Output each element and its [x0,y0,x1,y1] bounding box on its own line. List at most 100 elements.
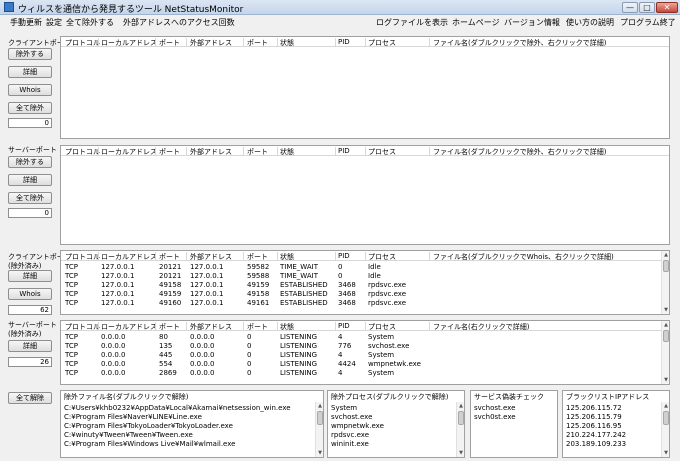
col-pid[interactable]: PID [338,322,350,330]
col-filename[interactable]: ファイル名(右クリックで詳細) [433,322,529,332]
scroll-up-icon[interactable]: ▲ [458,403,464,409]
table-row[interactable]: TCP 127.0.0.1 20121 127.0.0.1 59588 TIME… [61,272,669,281]
scroll-down-icon[interactable]: ▼ [458,450,464,456]
menu-help[interactable]: 使い方の説明 [566,17,614,28]
col-remote-address[interactable]: 外部アドレス [190,147,232,157]
col-protocol[interactable]: プロトコル [65,147,100,157]
col-local-address[interactable]: ローカルアドレス [101,38,157,48]
list-item[interactable]: svchost.exe [474,404,515,413]
blacklist-scrollbar[interactable]: ▲ ▼ [661,402,669,457]
col-local-address[interactable]: ローカルアドレス [101,322,157,332]
server-excluded-detail-button[interactable]: 詳細 [8,340,52,352]
client-detail-button[interactable]: 詳細 [8,66,52,78]
excluded-files-scrollbar[interactable]: ▲ ▼ [315,402,323,457]
list-item[interactable]: svch0st.exe [474,413,516,422]
col-filename[interactable]: ファイル名(ダブルクリックで除外、右クリックで詳細) [433,38,606,48]
excluded-files-list[interactable]: 除外ファイル名(ダブルクリックで解除) C:¥Users¥khb0232¥App… [60,390,324,458]
list-item[interactable]: 125.206.115.79 [566,413,622,422]
service-check-list[interactable]: サービス偽装チェック svchost.exe svch0st.exe [470,390,558,458]
col-port2[interactable]: ポート [247,322,268,332]
scroll-up-icon[interactable]: ▲ [663,252,669,258]
scroll-down-icon[interactable]: ▼ [663,450,669,456]
col-state[interactable]: 状態 [280,147,294,157]
maximize-button[interactable]: □ [639,2,655,13]
col-process[interactable]: プロセス [368,147,396,157]
client-excluded-detail-button[interactable]: 詳細 [8,270,52,282]
client-excluded-table[interactable]: プロトコル ローカルアドレス ポート 外部アドレス ポート 状態 PID プロセ… [60,250,670,315]
list-item[interactable]: 203.189.109.233 [566,440,626,449]
table-row[interactable]: TCP 127.0.0.1 49159 127.0.0.1 49158 ESTA… [61,290,669,299]
col-pid[interactable]: PID [338,252,350,260]
scroll-thumb[interactable] [663,411,669,425]
col-filename[interactable]: ファイル名(ダブルクリックでWhois、右クリックで詳細) [433,252,614,262]
menu-exclude-all[interactable]: 全て除外する [66,17,114,28]
table-row[interactable]: TCP 127.0.0.1 49158 127.0.0.1 49159 ESTA… [61,281,669,290]
server-excluded-table[interactable]: プロトコル ローカルアドレス ポート 外部アドレス ポート 状態 PID プロセ… [60,320,670,385]
list-item[interactable]: C:¥winuty¥Tween¥Tween¥Tween.exe [64,431,193,440]
server-detail-button[interactable]: 詳細 [8,174,52,186]
table-row[interactable]: TCP 0.0.0.0 80 0.0.0.0 0 LISTENING 4 Sys… [61,333,669,342]
col-local-address[interactable]: ローカルアドレス [101,252,157,262]
col-port2[interactable]: ポート [247,147,268,157]
menu-access-count[interactable]: 外部アドレスへのアクセス回数 [123,17,235,28]
col-filename[interactable]: ファイル名(ダブルクリックで除外、右クリックで詳細) [433,147,606,157]
client-whois-button[interactable]: Whois [8,84,52,96]
scroll-down-icon[interactable]: ▼ [663,377,669,383]
col-local-address[interactable]: ローカルアドレス [101,147,157,157]
list-item[interactable]: 210.224.177.242 [566,431,626,440]
scroll-up-icon[interactable]: ▲ [317,403,323,409]
col-remote-address[interactable]: 外部アドレス [190,252,232,262]
client-port-table[interactable]: プロトコル ローカルアドレス ポート 外部アドレス ポート 状態 PID プロセ… [60,36,670,139]
scroll-thumb[interactable] [663,330,669,342]
menu-version[interactable]: バージョン情報 [504,17,560,28]
col-port[interactable]: ポート [159,38,180,48]
blacklist-ip-list[interactable]: ブラックリストIPアドレス 125.206.115.72 125.206.115… [562,390,670,458]
list-item[interactable]: wininit.exe [331,440,369,449]
server-exclude-button[interactable]: 除外する [8,156,52,168]
col-protocol[interactable]: プロトコル [65,252,100,262]
col-pid[interactable]: PID [338,147,350,155]
table-row[interactable]: TCP 0.0.0.0 445 0.0.0.0 0 LISTENING 4 Sy… [61,351,669,360]
client-exclude-button[interactable]: 除外する [8,48,52,60]
list-item[interactable]: 125.206.115.72 [566,404,622,413]
col-port2[interactable]: ポート [247,38,268,48]
client-exclude-all-button[interactable]: 全て除外 [8,102,52,114]
client-excluded-whois-button[interactable]: Whois [8,288,52,300]
list-item[interactable]: rpdsvc.exe [331,431,369,440]
col-protocol[interactable]: プロトコル [65,322,100,332]
menu-settings[interactable]: 設定 [46,17,62,28]
menu-homepage[interactable]: ホームページ [452,17,500,28]
client-excluded-scrollbar[interactable]: ▲ ▼ [661,251,669,314]
close-button[interactable]: ✕ [656,2,678,13]
scroll-thumb[interactable] [317,411,323,425]
list-item[interactable]: C:¥Program Files¥Naver¥LINE¥Line.exe [64,413,202,422]
col-process[interactable]: プロセス [368,252,396,262]
table-row[interactable]: TCP 0.0.0.0 2869 0.0.0.0 0 LISTENING 4 S… [61,369,669,378]
col-pid[interactable]: PID [338,38,350,46]
col-port[interactable]: ポート [159,322,180,332]
col-state[interactable]: 状態 [280,252,294,262]
col-remote-address[interactable]: 外部アドレス [190,322,232,332]
col-port2[interactable]: ポート [247,252,268,262]
table-row[interactable]: TCP 0.0.0.0 135 0.0.0.0 0 LISTENING 776 … [61,342,669,351]
menu-manual-refresh[interactable]: 手動更新 [10,17,42,28]
col-protocol[interactable]: プロトコル [65,38,100,48]
col-state[interactable]: 状態 [280,38,294,48]
scroll-up-icon[interactable]: ▲ [663,322,669,328]
scroll-thumb[interactable] [663,260,669,272]
excluded-processes-list[interactable]: 除外プロセス(ダブルクリックで解除) System svchost.exe wm… [327,390,465,458]
server-exclude-all-button[interactable]: 全て除外 [8,192,52,204]
col-remote-address[interactable]: 外部アドレス [190,38,232,48]
excluded-processes-scrollbar[interactable]: ▲ ▼ [456,402,464,457]
list-item[interactable]: C:¥Program Files¥Windows Live¥Mail¥wlmai… [64,440,235,449]
col-port[interactable]: ポート [159,147,180,157]
table-row[interactable]: TCP 127.0.0.1 49160 127.0.0.1 49161 ESTA… [61,299,669,308]
scroll-down-icon[interactable]: ▼ [317,450,323,456]
scroll-thumb[interactable] [458,411,464,425]
menu-show-log[interactable]: ログファイルを表示 [376,17,448,28]
list-item[interactable]: System [331,404,357,413]
col-process[interactable]: プロセス [368,38,396,48]
col-state[interactable]: 状態 [280,322,294,332]
minimize-button[interactable]: — [622,2,638,13]
menu-exit[interactable]: プログラム終了 [620,17,676,28]
